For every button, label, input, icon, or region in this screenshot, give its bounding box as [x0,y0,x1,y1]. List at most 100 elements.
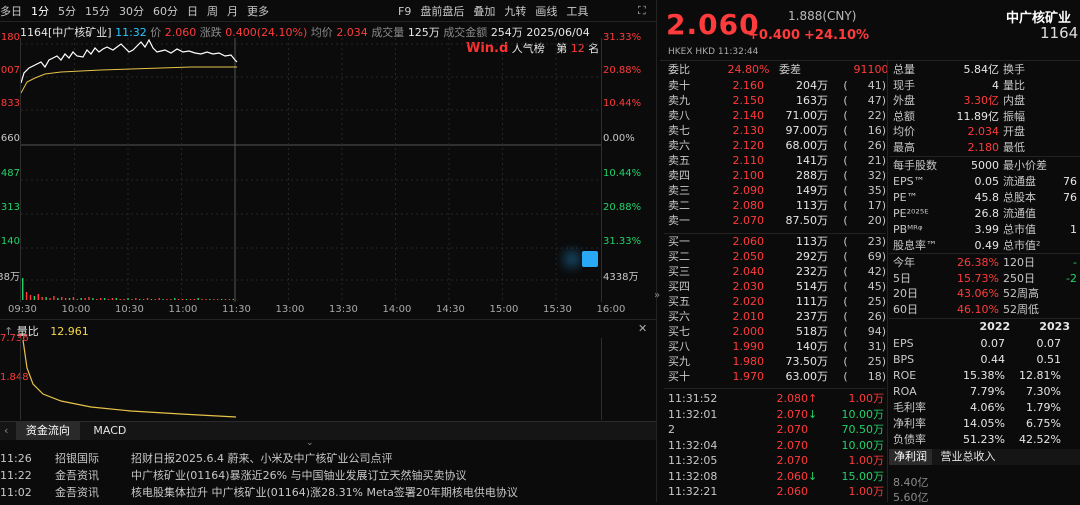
vol-ratio-line [22,339,237,418]
news-item[interactable]: 11:26 招银国际 招财日报2025.6.4 蔚来、小米及中广核矿业公司点评 [0,450,656,467]
quote-code: 1164 [1040,24,1079,42]
panel-collapse-icon[interactable]: » [654,290,660,301]
period-tab[interactable]: 60分 [153,5,178,18]
period-tab[interactable]: 1分 [31,5,49,18]
stat-row: 最高 2.180 最低 [893,140,1025,154]
tab-left-arrow[interactable]: ‹ [0,422,12,440]
ask-row[interactable]: 卖九 2.150 163万(47 ) [668,93,886,108]
expand-icon[interactable]: ⌄ [306,438,314,448]
bid-row[interactable]: 买三 2.040 232万(42 ) [668,264,886,279]
ask-row[interactable]: 卖三 2.090 149万(35 ) [668,183,886,198]
time-axis-label: 13:30 [329,304,358,315]
close-panel-icon[interactable]: ✕ [638,322,647,335]
stat-row: PE²⁰²⁵ᴱ 26.8 流通值 [893,207,1036,220]
tab-fund-flow[interactable]: 资金流向 [15,422,80,440]
fundamentals-table: 每手股数 5000 最小价差 EPS™ 0.05 流通盘 76 PE™ 45.8 总股本 76 PE²… [893,158,1080,254]
trade-row: 11:32:01 2.070↓ 10.00万 [668,407,884,421]
time-axis-label: 14:00 [382,304,412,315]
performance-table: 今年 26.38% 120日 - 5日 15.73% 250日 -2 20日 43.06% 52周高… [893,255,1080,317]
vol-ratio-chart [20,338,602,420]
tab-revenue[interactable]: 营业总收入 [936,449,1001,465]
stat-row: 60日 46.10% 52周低 [893,302,1039,316]
stat-row: 股息率™ 0.49 总市值² [893,239,1041,252]
stat-row: 外盘 3.30亿 内盘 [893,94,1025,107]
period-tab[interactable]: 15分 [85,5,110,18]
bid-row[interactable]: 买二 2.050 292万(69 ) [668,249,886,264]
news-source: 金吾资讯 [55,486,99,499]
fin-row: 负债率 51.23% 42.52% [893,433,1061,446]
tool-button[interactable]: 画线 [535,5,557,18]
bid-row[interactable]: 买十 1.970 63.00万(18 ) [668,369,886,384]
news-item[interactable]: 11:02 金吾资讯 核电股集体拉升 中广核矿业(01164)涨28.31% Met… [0,484,656,501]
period-tab[interactable]: 更多 [247,5,269,18]
pct-axis-label: 31.33% [603,236,642,247]
tool-button[interactable]: 九转 [504,5,526,18]
ask-row[interactable]: 卖五 2.110 141万(21 ) [668,153,886,168]
ask-row[interactable]: 卖一 2.070 87.50万(20 ) [668,213,886,228]
time-axis: 09:30 10:00 10:30 11:00 11:30 13:00 13:30 14:00… [0,304,625,318]
time-axis-label: 10:30 [115,304,144,315]
time-axis-label: 11:30 [222,304,251,315]
ask-row[interactable]: 卖二 2.080 113万(17 ) [668,198,886,213]
intraday-chart[interactable] [20,38,602,302]
tool-button[interactable]: 盘前盘后 [420,5,464,18]
news-source: 招银国际 [55,452,99,465]
avg-line [20,66,237,94]
quote-market-info: HKEX HKD 11:32:44 [668,47,759,57]
mini-chart-axis-top: 8.40亿 [893,476,929,489]
tab-net-profit[interactable]: 净利润 [889,449,932,465]
tool-button[interactable]: F9 [398,5,411,18]
bid-row[interactable]: 买八 1.990 140万(31 ) [668,339,886,354]
trade-row: 11:32:05 2.070 1.00万 [668,454,884,467]
stat-row: PE™ 45.8 总股本 76 [893,191,1077,204]
fullscreen-icon[interactable]: ⛶ [638,4,646,18]
stat-row: 现手 4 量比 [893,78,1025,92]
bid-row[interactable]: 买五 2.020 111万(25 ) [668,294,886,309]
news-item[interactable]: 11:22 金吾资讯 中广核矿业(01164)暴涨近26% 与中国铀业发展订立天然铀… [0,467,656,484]
stat-row: 均价 2.034 开盘 [893,125,1025,138]
bid-row[interactable]: 买六 2.010 237万(26 ) [668,309,886,324]
quote-ref-price: 1.888(CNY) [788,9,857,23]
price-axis-label: 1.833 [0,98,20,109]
floating-widget-icon[interactable] [582,251,598,267]
stat-row: PBᴹᴿᵠ 3.99 总市值 1 [893,223,1077,236]
stats-table: 总量 5.84亿 换手 现手 4 量比 外盘 3.30亿 内盘 总额 11.89亿 振幅 均价 2.034… [893,62,1080,155]
fin-row: BPS 0.44 0.51 [893,353,1061,366]
quote-change-pct: +24.10% [804,28,870,43]
time-axis-label: 09:30 [8,304,37,315]
bid-book: 买一 2.060 113万(23 ) 买二 2.050 292万(69 ) 买三 2.040 2… [668,234,886,384]
price-axis-label: 2.007 [0,65,20,76]
tab-macd[interactable]: MACD [83,422,136,440]
fin-year-header: 2022 2023 [979,320,1070,333]
period-tab[interactable]: 周 [207,5,218,18]
ask-row[interactable]: 卖十 2.160 204万(41 ) [668,78,886,93]
time-axis-label: 15:00 [489,304,519,315]
financials-table: EPS 0.07 0.07 BPS 0.44 0.51 ROE 15.38% 12.81% ROA… [893,336,1080,448]
stat-row: 20日 43.06% 52周高 [893,287,1039,300]
stat-row: EPS™ 0.05 流通盘 76 [893,175,1077,188]
trade-row: 11:31:52 2.080↑ 1.00万 [668,392,884,405]
bid-row[interactable]: 买九 1.980 73.50万(25 ) [668,354,886,369]
ask-row[interactable]: 卖八 2.140 71.00万(22 ) [668,108,886,123]
tool-button[interactable]: 叠加 [473,5,495,18]
ask-book: 卖十 2.160 204万(41 ) 卖九 2.150 163万(47 ) 卖八 2.140 7… [668,78,886,228]
ask-row[interactable]: 卖七 2.130 97.00万(16 ) [668,123,886,138]
bid-row[interactable]: 买七 2.000 518万(94 ) [668,324,886,339]
bid-row[interactable]: 买一 2.060 113万(23 ) [668,234,886,249]
news-list: 11:26 招银国际 招财日报2025.6.4 蔚来、小米及中广核矿业公司点评 11:… [0,450,656,501]
ask-row[interactable]: 卖四 2.100 288万(32 ) [668,168,886,183]
bid-row[interactable]: 买四 2.030 514万(45 ) [668,279,886,294]
period-tab[interactable]: 多日 [0,5,22,18]
period-tab[interactable]: 30分 [119,5,144,18]
bottom-tabbar: ‹ 资金流向 MACD [0,421,656,440]
period-tab[interactable]: 日 [187,5,198,18]
news-title: 中广核矿业(01164)暴涨近26% 与中国铀业发展订立天然铀买卖协议 [131,469,467,482]
period-tab[interactable]: 月 [227,5,238,18]
tool-button[interactable]: 工具 [566,5,588,18]
period-tab[interactable]: 5分 [58,5,76,18]
fin-row: 毛利率 4.06% 1.79% [893,401,1061,414]
time-axis-label: 15:30 [543,304,572,315]
pct-axis-label: 31.33% [603,32,642,43]
ask-row[interactable]: 卖六 2.120 68.00万(26 ) [668,138,886,153]
news-title: 核电股集体拉升 中广核矿业(01164)涨28.31% Meta签署20年期核电… [131,486,518,499]
